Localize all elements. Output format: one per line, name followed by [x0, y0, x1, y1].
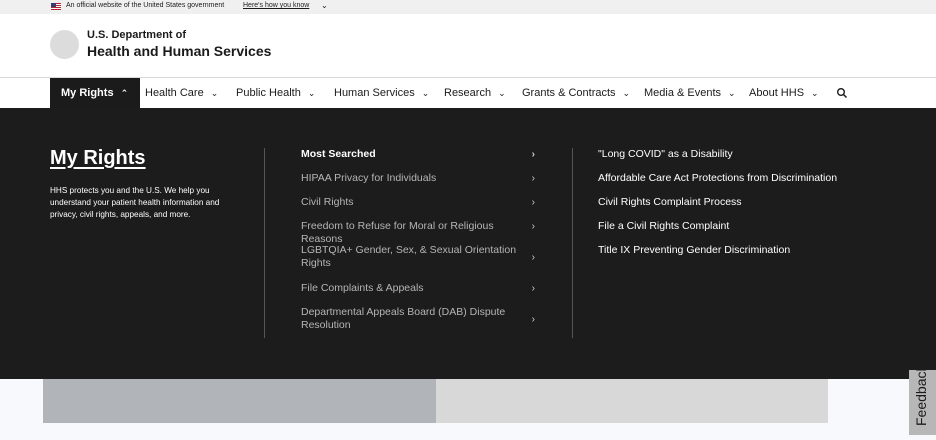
chevron-right-icon: ›	[531, 173, 535, 184]
chevron-down-icon: ⌄	[728, 87, 736, 98]
link-title-ix[interactable]: Title IX Preventing Gender Discriminatio…	[598, 244, 790, 257]
chevron-down-icon: ⌄	[622, 87, 631, 98]
official-website-text: An official website of the United States…	[66, 2, 225, 9]
menu-item-file-complaints[interactable]: File Complaints & Appeals ›	[301, 282, 541, 295]
link-complaint-process[interactable]: Civil Rights Complaint Process	[598, 196, 742, 209]
gov-banner: An official website of the United States…	[0, 0, 936, 14]
my-rights-mega-menu: My Rights HHS protects you and the U.S. …	[0, 108, 936, 379]
chevron-right-icon: ›	[531, 252, 535, 263]
chevron-down-icon: ⌄	[210, 87, 219, 98]
link-long-covid[interactable]: "Long COVID" as a Disability	[598, 148, 733, 161]
chevron-down-icon: ⌄	[421, 87, 430, 98]
feedback-label: Feedback	[913, 370, 929, 426]
nav-item-label: Grants & Contracts	[522, 87, 616, 99]
link-aca-protections[interactable]: Affordable Care Act Protections from Dis…	[598, 172, 837, 185]
chevron-down-icon: ⌄	[307, 87, 316, 98]
chevron-right-icon: ›	[531, 283, 535, 294]
nav-item-label: Research	[444, 87, 492, 99]
nav-item-label: Media & Events	[644, 87, 722, 99]
main-nav: My Rights ⌃ Health Care ⌄ Public Health …	[0, 78, 936, 108]
menu-item-label: Departmental Appeals Board (DAB) Dispute…	[301, 306, 506, 331]
chevron-up-icon: ⌃	[120, 87, 129, 98]
column-divider	[264, 148, 265, 338]
menu-item-lgbtqia-rights[interactable]: LGBTQIA+ Gender, Sex, & Sexual Orientati…	[301, 244, 541, 270]
mega-menu-description: HHS protects you and the U.S. We help yo…	[50, 186, 220, 219]
hero-image-left	[43, 379, 436, 423]
menu-item-label: Freedom to Refuse for Moral or Religious…	[301, 220, 494, 245]
nav-item-my-rights[interactable]: My Rights ⌃	[50, 78, 141, 108]
link-file-complaint[interactable]: File a Civil Rights Complaint	[598, 220, 729, 233]
site-title-line1[interactable]: U.S. Department of	[87, 29, 186, 41]
menu-item-label: HIPAA Privacy for Individuals	[301, 172, 437, 184]
menu-item-most-searched[interactable]: Most Searched ›	[301, 148, 541, 161]
menu-item-label: LGBTQIA+ Gender, Sex, & Sexual Orientati…	[301, 244, 517, 269]
nav-item-research[interactable]: Research ⌄	[444, 78, 506, 108]
nav-item-media-events[interactable]: Media & Events ⌄	[644, 78, 736, 108]
chevron-right-icon: ›	[531, 221, 535, 232]
site-header: U.S. Department of Health and Human Serv…	[0, 14, 936, 78]
chevron-down-icon: ⌄	[811, 87, 819, 98]
heres-how-you-know-link[interactable]: Here's how you know	[243, 2, 309, 9]
nav-item-public-health[interactable]: Public Health ⌄	[236, 78, 315, 108]
nav-item-label: Health Care	[145, 87, 204, 99]
chevron-right-icon: ›	[531, 149, 535, 160]
chevron-right-icon: ›	[531, 197, 535, 208]
menu-item-label: Most Searched	[301, 148, 376, 160]
menu-item-label: File Complaints & Appeals	[301, 282, 424, 294]
hhs-logo[interactable]	[50, 30, 79, 59]
nav-item-label: Human Services	[334, 87, 415, 99]
site-title-line2[interactable]: Health and Human Services	[87, 43, 271, 59]
nav-item-human-services[interactable]: Human Services ⌄	[334, 78, 429, 108]
nav-item-about-hhs[interactable]: About HHS ⌄	[749, 78, 819, 108]
hero-image-right	[436, 379, 828, 423]
nav-item-grants-contracts[interactable]: Grants & Contracts ⌄	[522, 78, 630, 108]
column-divider	[572, 148, 573, 338]
nav-item-label: Public Health	[236, 87, 301, 99]
page-content-area	[0, 379, 936, 440]
nav-item-label: About HHS	[749, 87, 805, 99]
chevron-right-icon: ›	[531, 314, 535, 325]
menu-item-label: Civil Rights	[301, 196, 354, 208]
chevron-down-icon: ⌄	[498, 87, 506, 98]
menu-item-hipaa-privacy[interactable]: HIPAA Privacy for Individuals ›	[301, 172, 541, 185]
nav-item-health-care[interactable]: Health Care ⌄	[145, 78, 218, 108]
menu-item-dab-dispute[interactable]: Departmental Appeals Board (DAB) Dispute…	[301, 306, 541, 332]
menu-item-freedom-to-refuse[interactable]: Freedom to Refuse for Moral or Religious…	[301, 220, 541, 246]
nav-item-label: My Rights	[61, 87, 114, 99]
mega-menu-title-link[interactable]: My Rights	[50, 147, 146, 170]
us-flag-icon	[51, 3, 61, 10]
menu-item-civil-rights[interactable]: Civil Rights ›	[301, 196, 541, 209]
chevron-down-icon[interactable]: ⌄	[321, 1, 328, 10]
search-icon[interactable]	[836, 87, 848, 99]
feedback-button[interactable]: Feedback	[909, 370, 936, 435]
